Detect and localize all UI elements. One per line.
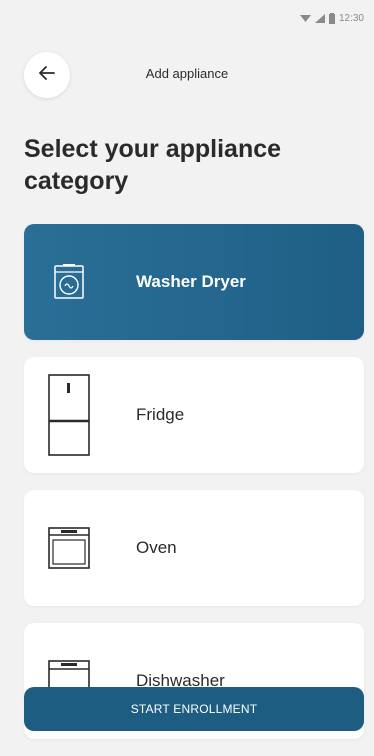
- start-enrollment-button[interactable]: START ENROLLMENT: [24, 687, 364, 731]
- category-label-oven: Oven: [136, 538, 177, 557]
- fridge-icon: [24, 373, 114, 457]
- category-label-washer-dryer: Washer Dryer: [136, 272, 246, 291]
- category-label-fridge: Fridge: [136, 405, 185, 424]
- header-title: Add appliance: [145, 66, 229, 81]
- oven-icon: [24, 526, 114, 570]
- category-card-oven[interactable]: Oven: [24, 490, 364, 606]
- battery-icon: [328, 12, 335, 24]
- cell-signal-icon: [314, 13, 325, 23]
- header: Add appliance: [0, 52, 374, 98]
- wifi-icon: [299, 14, 311, 23]
- page-title: Select your appliance category: [24, 135, 282, 195]
- washer-dryer-icon: [24, 264, 114, 300]
- status-time: 12:30: [338, 12, 364, 24]
- category-card-washer-dryer[interactable]: Washer Dryer: [24, 224, 364, 340]
- status-bar: 12:30: [0, 0, 374, 36]
- category-list: Washer Dryer Fridge Oven Dishwasher: [24, 224, 364, 756]
- category-card-fridge[interactable]: Fridge: [24, 357, 364, 473]
